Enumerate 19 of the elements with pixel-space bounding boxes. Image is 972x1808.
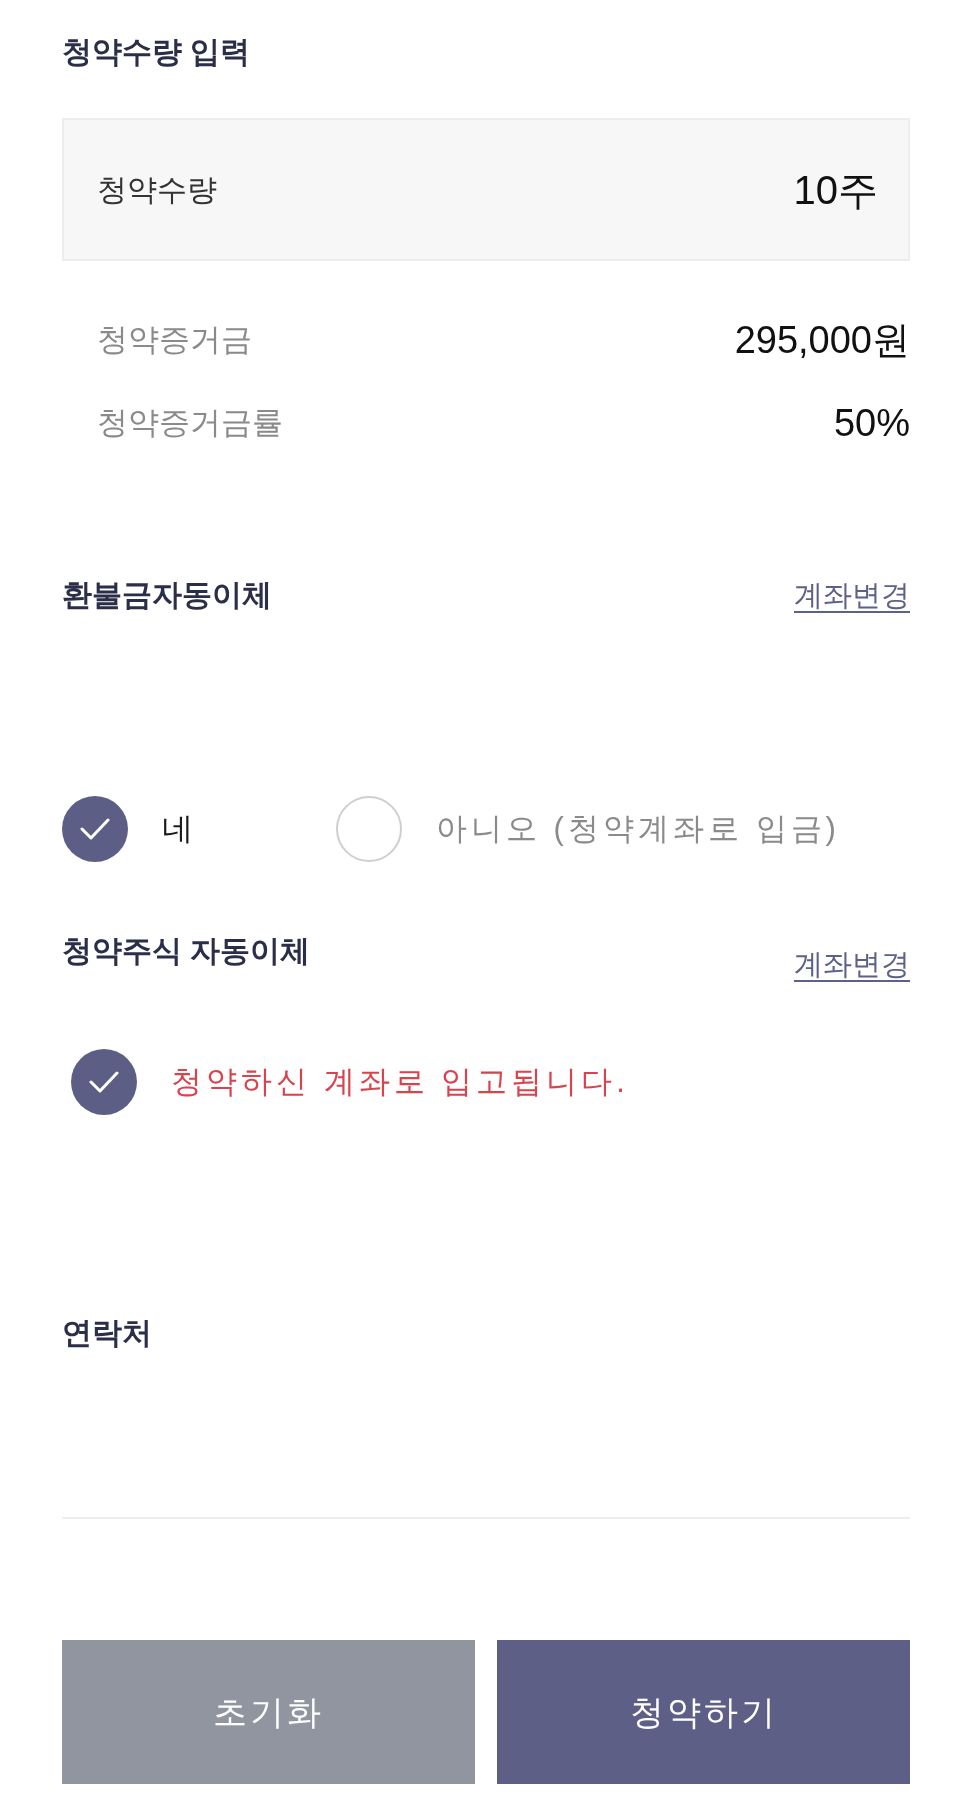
detail-label: 청약증거금 — [97, 320, 252, 359]
section-title: 청약수량 입력 — [62, 34, 251, 70]
radio-label[interactable]: 아니오 (청약계좌로 입금) — [436, 805, 840, 853]
detail-value: 295,000원 — [734, 317, 910, 363]
change-account-link[interactable]: 계좌변경 — [794, 944, 910, 984]
section-title: 청약주식 자동이체 — [62, 933, 311, 969]
section-title: 연락처 — [62, 1315, 152, 1351]
check-icon — [89, 1071, 119, 1093]
submit-button[interactable]: 청약하기 — [497, 1640, 910, 1784]
section-title: 환불금자동이체 — [62, 577, 272, 613]
detail-label: 청약증거금률 — [97, 403, 283, 442]
field-value: 10주 — [793, 166, 878, 214]
radio-label[interactable]: 네 — [162, 805, 197, 853]
change-account-link[interactable]: 계좌변경 — [794, 575, 910, 615]
check-icon — [80, 818, 110, 840]
field-label: 청약수량 — [97, 172, 217, 208]
notice-text: 청약하신 계좌로 입고됩니다. — [171, 1062, 629, 1101]
detail-value: 50% — [833, 400, 910, 446]
quantity-field[interactable]: 청약수량 10주 — [62, 118, 910, 261]
